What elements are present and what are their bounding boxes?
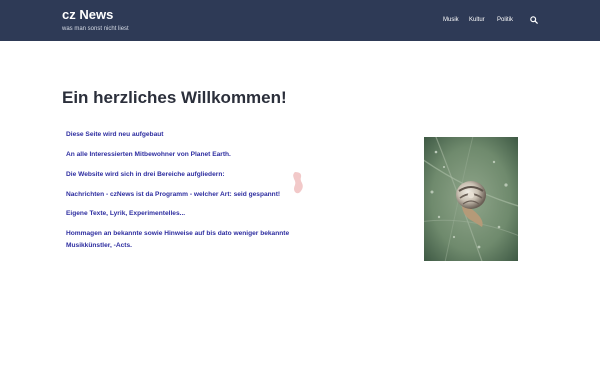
content-line-6: Hommagen an bekannte sowie Hinweise auf … <box>66 230 290 237</box>
nav-item-kultur[interactable]: Kultur <box>469 17 485 23</box>
nav-item-politik[interactable]: Politik <box>497 17 513 23</box>
content-line-3: Die Website wird sich in drei Bereiche a… <box>66 171 225 178</box>
snail-on-leaf-image <box>424 137 518 261</box>
content-line-7: Musikkünstler, -Acts. <box>66 242 132 249</box>
site-tagline: was man sonst nicht liest <box>62 26 129 32</box>
content-line-5: Eigene Texte, Lyrik, Experimentelles... <box>66 210 186 217</box>
content-line-4: Nachrichten - czNews ist da Programm - w… <box>66 191 281 198</box>
search-icon[interactable] <box>530 16 538 24</box>
site-title[interactable]: cz News <box>62 7 113 22</box>
page-title: Ein herzliches Willkommen! <box>62 88 287 107</box>
content-line-1: Diese Seite wird neu aufgebaut <box>66 131 164 138</box>
decorative-shape <box>293 172 303 194</box>
site-header: cz News was man sonst nicht liest Musik … <box>0 0 600 41</box>
content-line-2: An alle Interessierten Mitbewohner von P… <box>66 151 231 158</box>
nav-item-musik[interactable]: Musik <box>443 17 459 23</box>
